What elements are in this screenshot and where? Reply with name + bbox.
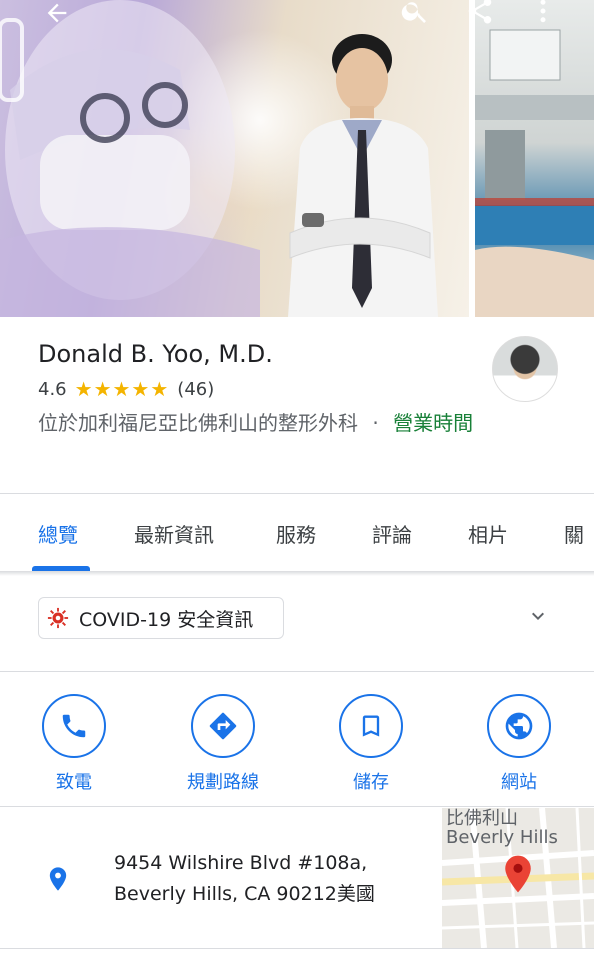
hero-photo-main[interactable] xyxy=(0,0,469,317)
doctor-image xyxy=(288,34,438,317)
location-pin-icon xyxy=(49,867,67,891)
place-name: Donald B. Yoo, M.D. xyxy=(38,340,273,368)
star-rating-icon: ★★★★★ xyxy=(74,377,170,401)
address-line-2: Beverly Hills, CA 90212美國 xyxy=(114,883,375,905)
directions-circle xyxy=(191,694,255,758)
share-icon xyxy=(468,0,492,24)
place-category: 位於加利福尼亞比佛利山的整形外科 · 營業時間 xyxy=(38,408,508,439)
globe-icon xyxy=(505,712,533,740)
tab-services[interactable]: 服務 xyxy=(276,519,316,548)
save-circle xyxy=(339,694,403,758)
tab-bar-shadow xyxy=(0,571,594,576)
covid-label: COVID-19 安全資訊 xyxy=(79,608,254,631)
virus-icon xyxy=(47,607,69,629)
tab-reviews[interactable]: 評論 xyxy=(372,519,412,548)
search-button[interactable] xyxy=(398,0,432,28)
save-label: 儲存 xyxy=(353,772,389,793)
more-vert-icon xyxy=(540,0,546,23)
phone-icon xyxy=(62,714,86,738)
surgeon-image xyxy=(0,0,260,317)
profile-avatar[interactable] xyxy=(492,336,558,402)
map-label-zh: 比佛利山 xyxy=(446,808,518,829)
address-text[interactable]: 9454 Wilshire Blvd #108a, Beverly Hills,… xyxy=(114,848,375,910)
back-arrow-icon xyxy=(47,3,67,23)
rating-row[interactable]: 4.6 ★★★★★ (46) xyxy=(38,377,214,401)
directions-button[interactable]: 規劃路線 xyxy=(163,694,283,794)
tab-about[interactable]: 關 xyxy=(564,519,584,548)
call-button[interactable]: 致電 xyxy=(14,694,134,794)
address-line-1: 9454 Wilshire Blvd #108a, xyxy=(114,852,368,874)
hero-photos[interactable] xyxy=(0,0,594,317)
directions-icon xyxy=(209,712,237,740)
hero-photo-secondary[interactable] xyxy=(475,0,594,317)
tab-bar: 總覽 最新資訊 服務 評論 相片 關 xyxy=(0,495,594,570)
chevron-down-icon[interactable] xyxy=(524,604,552,628)
divider xyxy=(0,493,594,494)
covid-info-chip[interactable]: COVID-19 安全資訊 xyxy=(38,597,284,639)
map-thumbnail[interactable]: 比佛利山 Beverly Hills xyxy=(442,808,594,948)
map-pin-icon xyxy=(505,855,531,893)
directions-label: 規劃路線 xyxy=(187,772,259,793)
share-button[interactable] xyxy=(463,0,497,28)
action-buttons: 致電 規劃路線 儲存 網站 xyxy=(0,694,594,799)
divider xyxy=(0,948,594,949)
website-label: 網站 xyxy=(501,772,537,793)
more-options-button[interactable] xyxy=(526,0,560,28)
rating-value: 4.6 xyxy=(38,378,67,400)
operating-room-image xyxy=(475,29,594,317)
bookmark-icon xyxy=(362,715,380,737)
category-text: 位於加利福尼亞比佛利山的整形外科 xyxy=(38,411,358,435)
divider xyxy=(0,806,594,807)
search-icon xyxy=(401,2,426,23)
save-button[interactable]: 儲存 xyxy=(311,694,431,794)
tab-overview[interactable]: 總覽 xyxy=(38,519,78,548)
tab-photos[interactable]: 相片 xyxy=(468,519,508,548)
call-circle xyxy=(42,694,106,758)
separator-dot: · xyxy=(372,411,379,435)
divider xyxy=(0,671,594,672)
call-label: 致電 xyxy=(56,772,92,793)
map-label-en: Beverly Hills xyxy=(446,827,558,848)
tab-updates[interactable]: 最新資訊 xyxy=(134,519,214,548)
review-count: (46) xyxy=(177,378,215,400)
back-button[interactable] xyxy=(40,0,74,30)
website-circle xyxy=(487,694,551,758)
hours-link[interactable]: 營業時間 xyxy=(393,411,473,435)
website-button[interactable]: 網站 xyxy=(459,694,579,794)
